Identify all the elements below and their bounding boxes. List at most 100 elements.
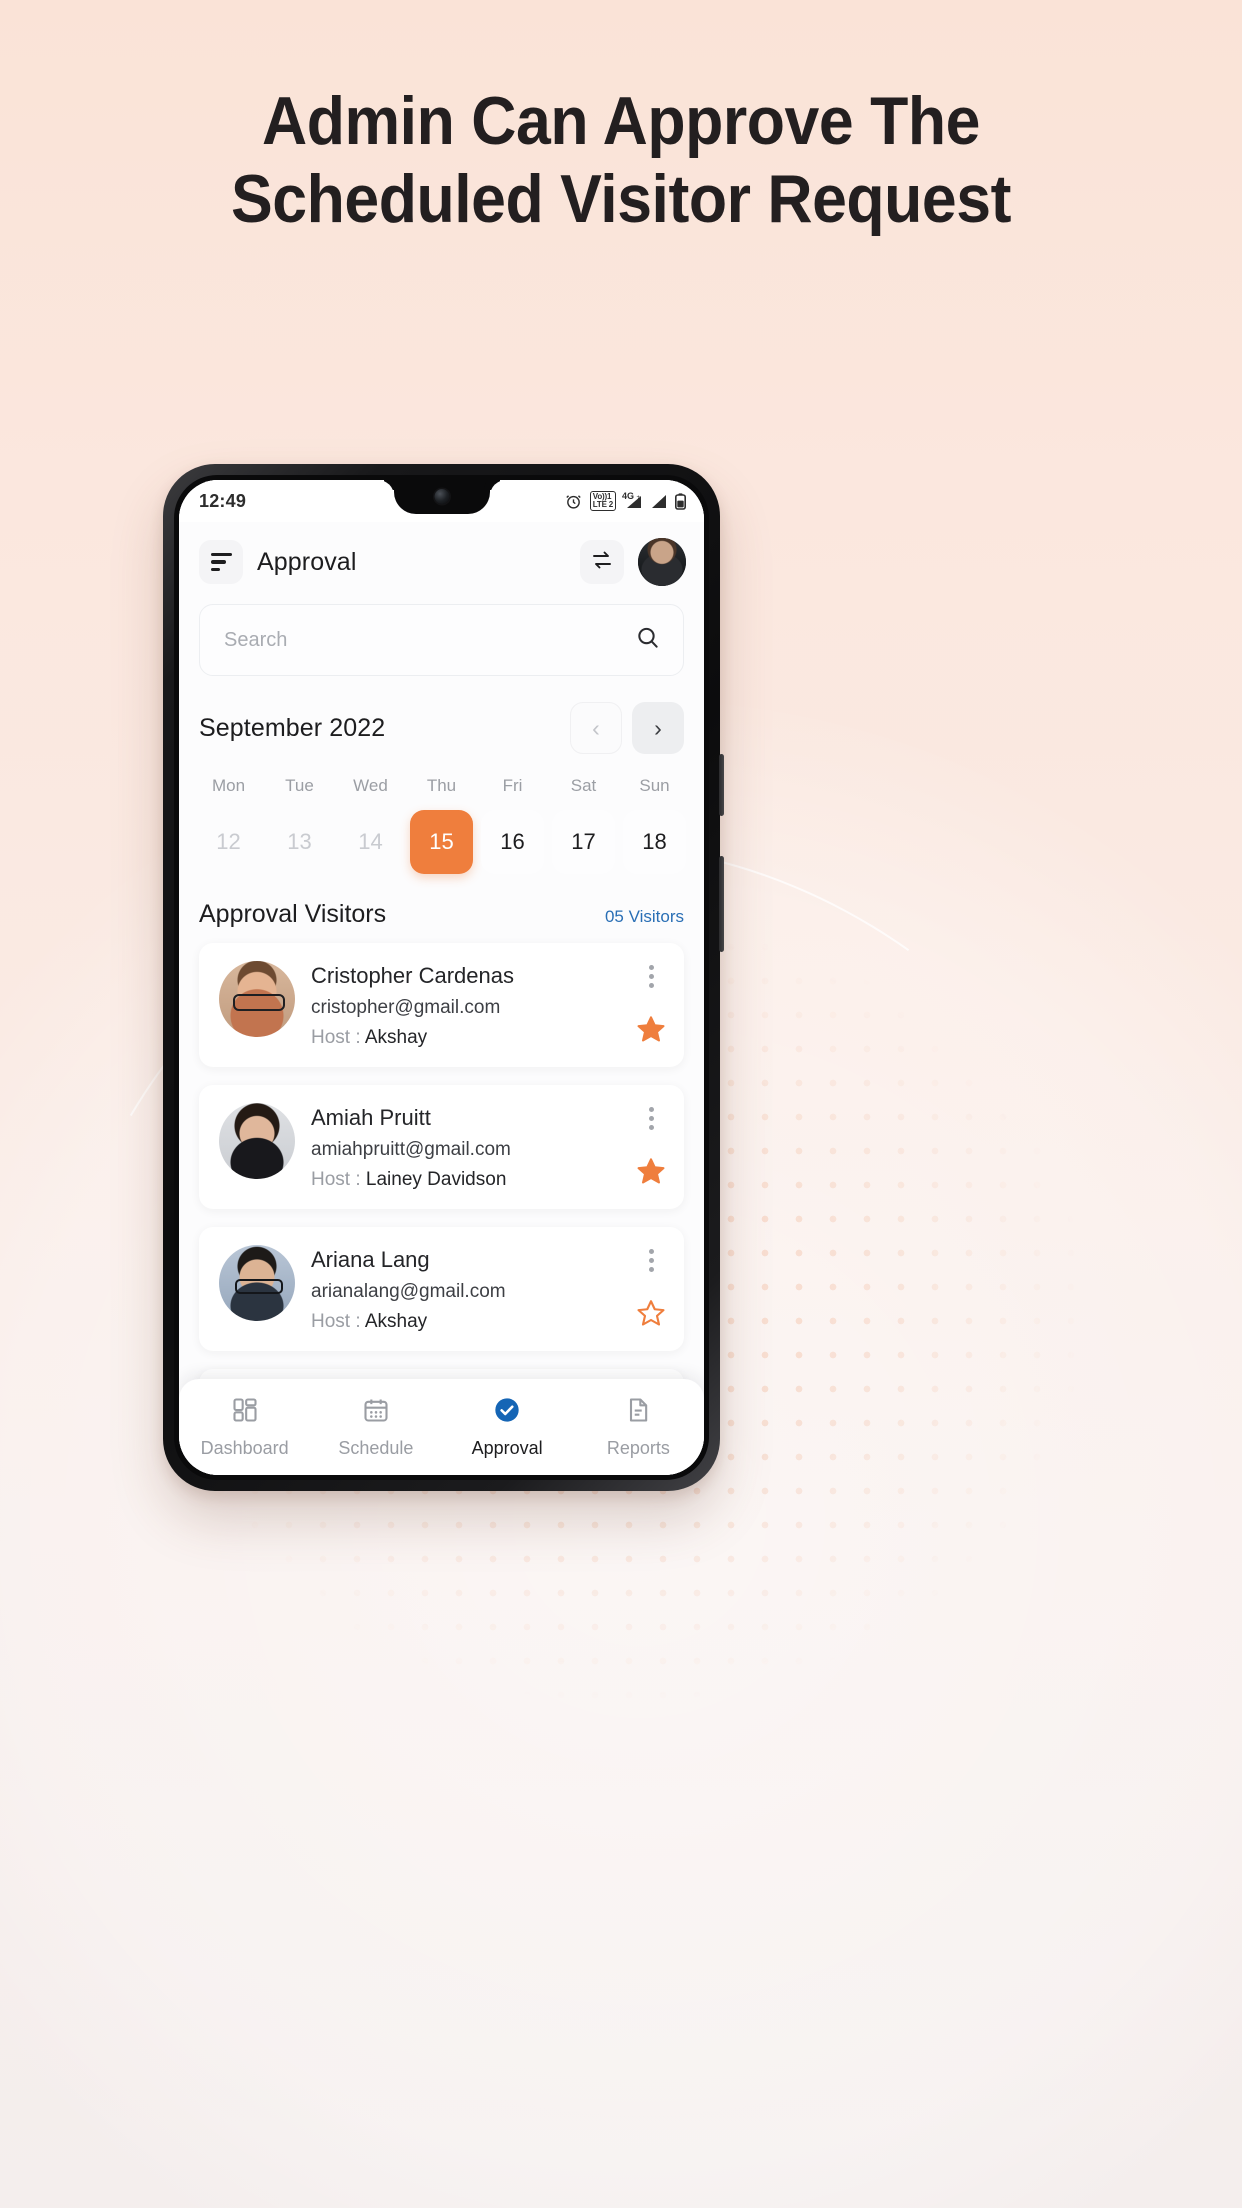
power-button[interactable] [719,856,724,952]
signal-4g-plus-icon: 4G + [622,490,642,509]
weekday-label: Fri [502,776,523,796]
visitor-card[interactable]: Cristopher Cardenas cristopher@gmail.com… [199,943,684,1068]
visitor-count-link[interactable]: 05 Visitors [605,907,684,927]
visitor-info: Cristopher Cardenas cristopher@gmail.com… [311,961,620,1049]
avatar[interactable] [638,538,686,587]
visitor-host: Host : Akshay [311,1027,620,1049]
volume-button[interactable] [719,754,724,816]
visitor-photo [219,1245,295,1322]
calendar-prev-button[interactable]: ‹ [570,702,622,755]
calendar-icon [362,1396,390,1429]
weekday-label: Wed [353,776,388,796]
visitor-name: Cristopher Cardenas [311,963,514,989]
chevron-left-icon: ‹ [592,714,600,741]
visitor-email: arianalang@gmail.com [311,1281,506,1303]
calendar-date-18[interactable]: 18 [623,810,686,875]
calendar-date-13[interactable]: 13 [268,810,331,875]
nav-item-schedule[interactable]: Schedule [310,1396,441,1459]
kebab-menu-icon[interactable] [643,963,660,990]
weekday-label: Thu [426,776,457,796]
chevron-right-icon: › [654,714,662,741]
calendar-date-16[interactable]: 16 [481,810,544,875]
kebab-menu-icon[interactable] [643,1105,660,1132]
weekday-label: Sat [570,776,597,796]
visitor-card-actions [636,1103,666,1191]
phone-screen: 12:49 Vo))1 LTE 2 4G + Approval Search S… [179,480,704,1475]
calendar-date-14[interactable]: 14 [339,810,402,875]
check-circle-icon [493,1396,521,1429]
star-filled-icon[interactable] [636,1156,666,1191]
calendar-next-button[interactable]: › [632,702,684,755]
host-label: Host : [311,1027,361,1049]
camera-notch [393,480,490,514]
swap-button[interactable] [580,540,624,585]
visitor-card[interactable]: Ariana Lang arianalang@gmail.com Host : … [199,1227,684,1352]
document-report-icon [624,1396,652,1429]
host-label: Host : [311,1311,361,1333]
section-title: Approval Visitors [199,900,387,929]
svg-text:+: + [637,495,641,501]
avatar-image [638,538,686,587]
nav-item-dashboard[interactable]: Dashboard [179,1396,310,1459]
calendar-date-17[interactable]: 17 [552,810,615,875]
battery-icon [675,492,686,510]
weekday-label: Sun [639,776,670,796]
calendar-weekday-row: Mon Tue Wed Thu Fri Sat Sun [179,776,704,796]
app-root: 12:49 Vo))1 LTE 2 4G + Approval Search S… [179,480,704,1475]
visitor-name: Amiah Pruitt [311,1105,431,1131]
calendar-date-15-selected[interactable]: 15 [410,810,473,875]
phone-bezel: 12:49 Vo))1 LTE 2 4G + Approval Search S… [174,475,709,1480]
nav-item-approval[interactable]: Approval [442,1396,573,1459]
calendar-header: September 2022 ‹ › [179,676,704,755]
approval-visitors-header: Approval Visitors 05 Visitors [179,874,704,929]
search-section: Search [179,596,704,677]
promo-headline: Admin Can Approve The Scheduled Visitor … [50,82,1193,238]
nav-item-reports[interactable]: Reports [573,1396,704,1459]
host-name: Akshay [364,1311,428,1333]
weekday-label: Tue [285,776,314,796]
nav-label: Reports [606,1437,670,1458]
visitor-card-actions [636,1245,666,1333]
search-bar[interactable]: Search [199,604,684,677]
headline-line-2: Scheduled Visitor Request [231,161,1011,237]
front-camera-icon [434,489,449,504]
visitor-name: Ariana Lang [311,1247,430,1273]
dashboard-grid-icon [231,1396,259,1429]
hamburger-menu-icon [210,553,232,572]
host-name: Akshay [364,1027,428,1049]
page-title: Approval [257,547,357,576]
headline-line-1: Admin Can Approve The [262,83,980,159]
status-time: 12:49 [199,490,247,511]
nav-label: Dashboard [200,1437,289,1458]
visitor-photo [219,961,295,1038]
star-filled-icon[interactable] [636,1014,666,1049]
app-bar: Approval [179,522,704,597]
search-input[interactable]: Search [224,629,625,652]
status-icon-group: Vo))1 LTE 2 4G + [565,490,686,512]
visitor-photo [219,1103,295,1180]
phone-mockup: 12:49 Vo))1 LTE 2 4G + Approval Search S… [163,464,724,1491]
host-label: Host : [311,1169,361,1191]
hamburger-menu-button[interactable] [199,540,243,585]
volte-dual-sim-icon: Vo))1 LTE 2 [589,491,616,512]
visitor-info: Amiah Pruitt amiahpruitt@gmail.com Host … [311,1103,620,1191]
star-outline-icon[interactable] [636,1298,666,1333]
calendar-nav: ‹ › [570,702,684,755]
visitor-host: Host : Akshay [311,1311,620,1333]
visitor-card[interactable]: Amiah Pruitt amiahpruitt@gmail.com Host … [199,1085,684,1210]
weekday-label: Mon [211,776,246,796]
calendar-date-12[interactable]: 12 [197,810,260,875]
nav-label: Schedule [338,1437,414,1458]
bottom-navigation: Dashboard Schedule Approval Reports [179,1379,704,1475]
network-label: 4G [622,490,635,501]
visitor-email: amiahpruitt@gmail.com [311,1139,511,1161]
kebab-menu-icon[interactable] [643,1247,660,1274]
calendar-month-label: September 2022 [199,713,386,742]
host-name: Lainey Davidson [365,1169,507,1191]
search-icon[interactable] [635,625,661,656]
alarm-clock-icon [565,493,582,510]
swap-arrows-icon [590,548,614,577]
signal-bars-icon [650,494,667,509]
calendar-date-row: 12 13 14 15 16 17 18 [179,810,704,875]
visitor-info: Ariana Lang arianalang@gmail.com Host : … [311,1245,620,1333]
